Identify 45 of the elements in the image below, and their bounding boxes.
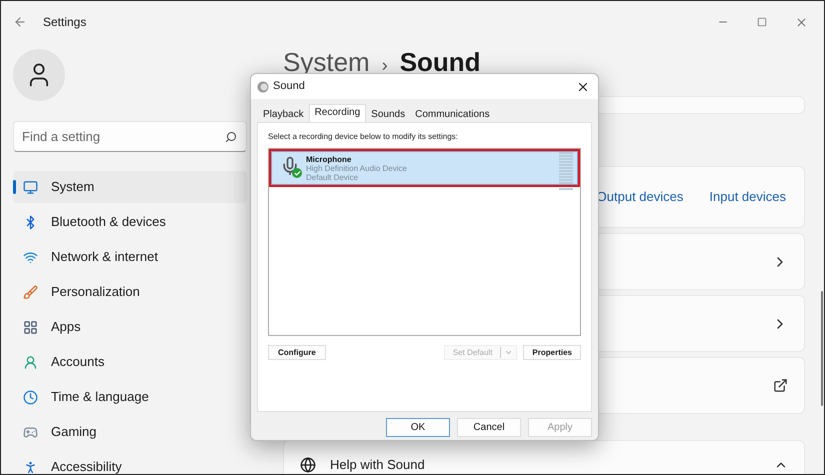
nav-item[interactable]: Gaming [13,416,247,448]
dialog-button[interactable]: Cancel [457,418,521,437]
speaker-icon [257,80,269,92]
search-field[interactable]: Find a setting [13,121,247,152]
nav-item[interactable]: Time & language [13,381,247,413]
device-list[interactable]: Microphone High Definition Audio Device Default Device [268,148,581,336]
tab[interactable]: Sounds [366,106,410,122]
level-meter-icon [559,152,573,192]
nav-item[interactable]: Bluetooth & devices [13,206,247,238]
dialog-title: Sound [273,79,305,94]
brush-icon [23,284,38,300]
instruction-text: Select a recording device below to modify its settings: [268,131,459,143]
breadcrumb-parent[interactable]: System [283,47,370,77]
apps-icon [23,320,38,334]
device-status: Default Device [306,172,360,182]
configure-button[interactable]: Configure [268,345,326,360]
clock-icon [23,390,38,404]
maximize-icon[interactable] [757,17,767,27]
nav-item[interactable]: System [13,171,247,203]
device-driver: High Definition Audio Device [306,164,407,172]
tab[interactable]: Communications [410,106,495,122]
back-icon[interactable] [13,15,27,29]
tab[interactable]: Recording [308,104,366,123]
device-name: Microphone [306,154,352,164]
nav-item[interactable]: Accessibility [13,451,247,474]
search-icon [225,131,237,143]
window-title: Settings [43,14,86,31]
nav-item[interactable]: Personalization [13,276,247,308]
tab[interactable]: Playback [258,106,309,122]
gamepad-icon [23,424,38,440]
monitor-icon [23,180,38,194]
person-icon [23,460,38,474]
person-icon [23,354,38,370]
nav-item[interactable]: Apps [13,311,247,343]
settings-row[interactable]: Help with Sound [283,440,805,474]
wifi-icon [23,250,38,264]
help-label: Help with Sound [330,457,425,473]
link[interactable]: Input devices [709,187,786,207]
page-title: Sound [400,47,481,77]
nav-item[interactable]: Accounts [13,346,247,378]
properties-button[interactable]: Properties [523,345,581,360]
external-link-icon [773,378,788,393]
dialog-button[interactable]: OK [386,418,450,437]
breadcrumb-separator: › [382,54,388,77]
nav-item[interactable]: Network & internet [13,241,247,273]
